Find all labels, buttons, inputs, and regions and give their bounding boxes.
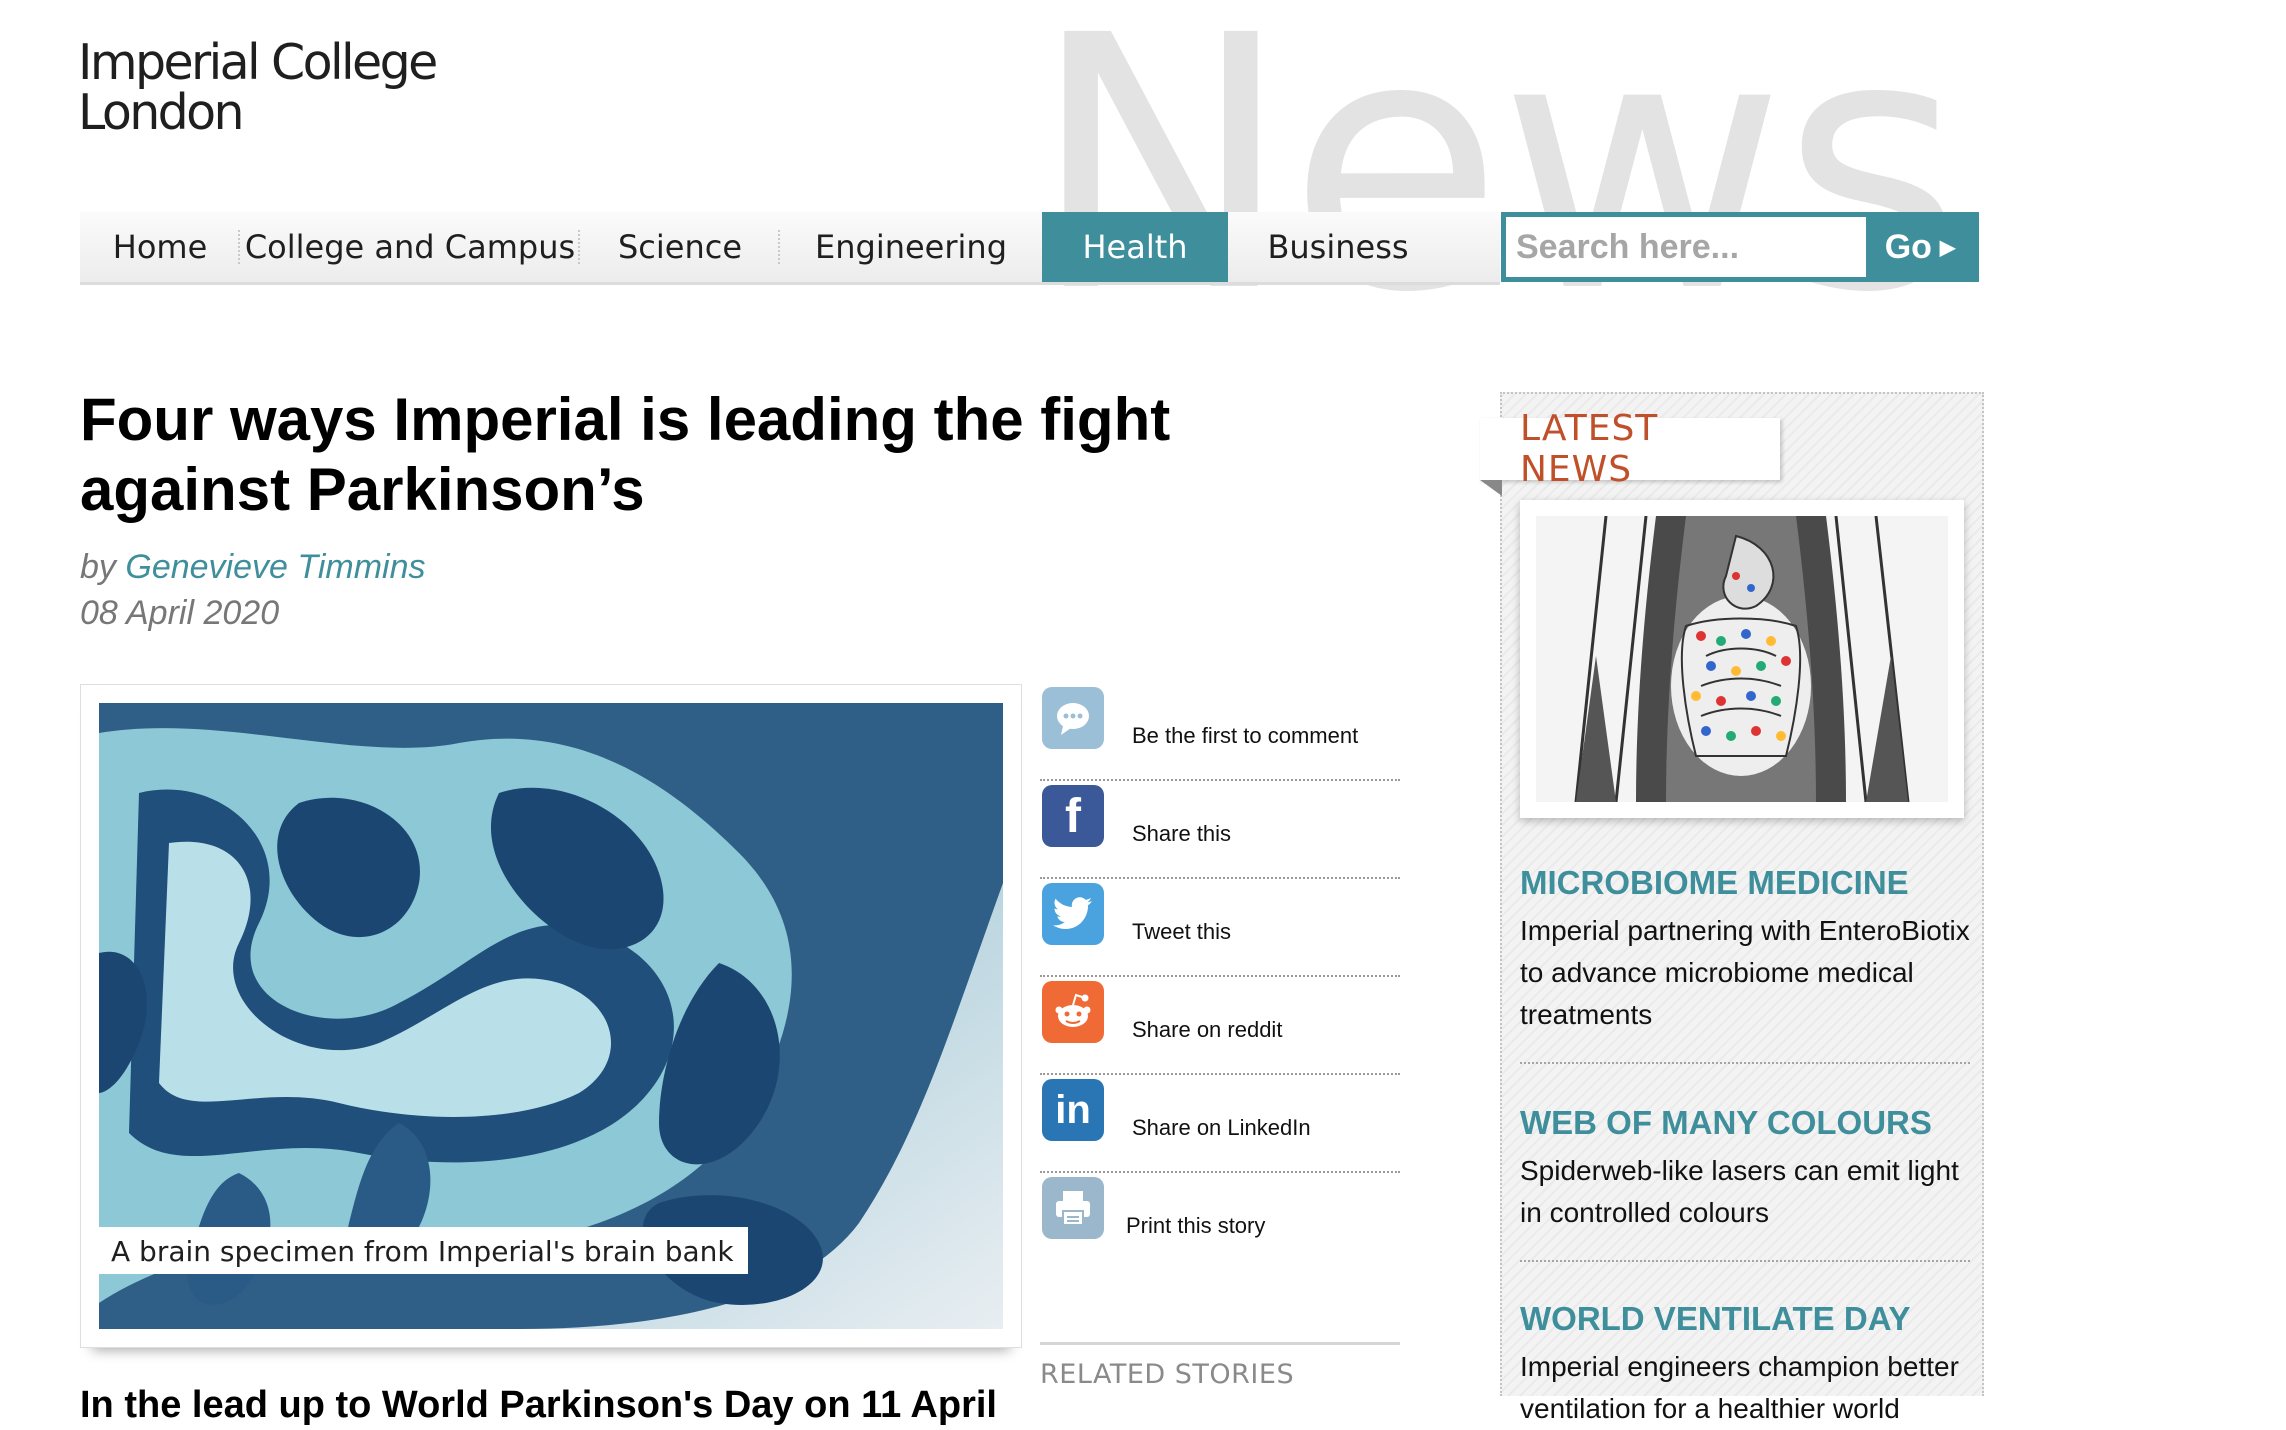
news-summary: Imperial partnering with EnteroBiotix to… xyxy=(1520,915,1970,1030)
facebook-share-link[interactable]: f Share this xyxy=(1040,781,1400,879)
imperial-logo[interactable]: Imperial College London xyxy=(78,34,438,141)
share-panel: Be the first to comment f Share this Twe… xyxy=(1040,683,1400,1271)
latest-news-heading: LATEST NEWS xyxy=(1480,408,1780,490)
linkedin-icon: in xyxy=(1042,1079,1104,1141)
related-stories-heading: RELATED STORIES xyxy=(1040,1342,1400,1390)
facebook-icon: f xyxy=(1042,785,1104,847)
nav-item-business[interactable]: Business xyxy=(1228,212,1448,282)
image-caption: A brain specimen from Imperial's brain b… xyxy=(99,1227,748,1274)
linkedin-share-label: Share on LinkedIn xyxy=(1132,1115,1311,1140)
go-button[interactable]: Go ▶ xyxy=(1866,217,1974,277)
search-input[interactable] xyxy=(1506,217,1866,277)
twitter-share-label: Tweet this xyxy=(1132,919,1232,944)
reddit-icon xyxy=(1042,981,1104,1043)
nav-item-engineering[interactable]: Engineering xyxy=(780,212,1042,282)
byline: by Genevieve Timmins xyxy=(80,548,426,587)
main-nav: Home College and Campus Science Engineer… xyxy=(80,212,1500,285)
news-item-world-ventilate-day[interactable]: WORLD VENTILATE DAY Imperial engineers c… xyxy=(1520,1300,1970,1430)
byline-prefix: by xyxy=(80,548,116,586)
news-divider xyxy=(1520,1062,1970,1064)
print-label: Print this story xyxy=(1126,1213,1266,1238)
article-intro: In the lead up to World Parkinson's Day … xyxy=(80,1384,997,1426)
microbiome-thumbnail[interactable] xyxy=(1520,500,1964,818)
news-title: WEB OF MANY COLOURS xyxy=(1520,1104,1932,1141)
go-label: Go xyxy=(1884,227,1932,266)
twitter-icon xyxy=(1042,883,1104,945)
news-divider xyxy=(1520,1260,1970,1262)
search-box: Go ▶ xyxy=(1501,212,1979,282)
nav-item-college-and-campus[interactable]: College and Campus xyxy=(240,212,580,282)
reddit-share-link[interactable]: Share on reddit xyxy=(1040,977,1400,1075)
article-figure: A brain specimen from Imperial's brain b… xyxy=(80,684,1022,1348)
news-item-web-of-many-colours[interactable]: WEB OF MANY COLOURS Spiderweb-like laser… xyxy=(1520,1104,1970,1234)
news-item-microbiome[interactable]: MICROBIOME MEDICINE Imperial partnering … xyxy=(1520,864,1970,1036)
facebook-share-label: Share this xyxy=(1132,821,1232,846)
comment-icon xyxy=(1042,687,1104,749)
author-link[interactable]: Genevieve Timmins xyxy=(125,548,425,586)
news-title: MICROBIOME MEDICINE xyxy=(1520,864,1909,901)
nav-item-health[interactable]: Health xyxy=(1042,212,1228,282)
gut-illustration xyxy=(1536,515,1948,803)
comment-link[interactable]: Be the first to comment xyxy=(1040,683,1400,781)
heading-fold xyxy=(1480,480,1502,496)
news-summary: Spiderweb-like lasers can emit light in … xyxy=(1520,1155,1959,1228)
article-date: 08 April 2020 xyxy=(80,594,280,632)
print-link[interactable]: Print this story xyxy=(1040,1173,1400,1271)
reddit-share-label: Share on reddit xyxy=(1132,1017,1283,1042)
latest-news-sidebar: LATEST NEWS MICROBIOME MEDICINE Imperial… xyxy=(1480,392,1984,1424)
play-arrow-icon: ▶ xyxy=(1939,236,1956,259)
logo-line-2: London xyxy=(78,84,245,141)
nav-item-science[interactable]: Science xyxy=(580,212,780,282)
linkedin-share-link[interactable]: in Share on LinkedIn xyxy=(1040,1075,1400,1173)
print-icon xyxy=(1042,1177,1104,1239)
news-watermark: News xyxy=(1030,0,1964,369)
comment-label: Be the first to comment xyxy=(1132,723,1359,748)
news-title: WORLD VENTILATE DAY xyxy=(1520,1300,1911,1337)
article-title: Four ways Imperial is leading the fight … xyxy=(80,386,1171,523)
twitter-share-link[interactable]: Tweet this xyxy=(1040,879,1400,977)
logo-line-1: Imperial College xyxy=(78,34,438,91)
news-summary: Imperial engineers champion better venti… xyxy=(1520,1351,1959,1424)
nav-item-home[interactable]: Home xyxy=(80,212,240,282)
